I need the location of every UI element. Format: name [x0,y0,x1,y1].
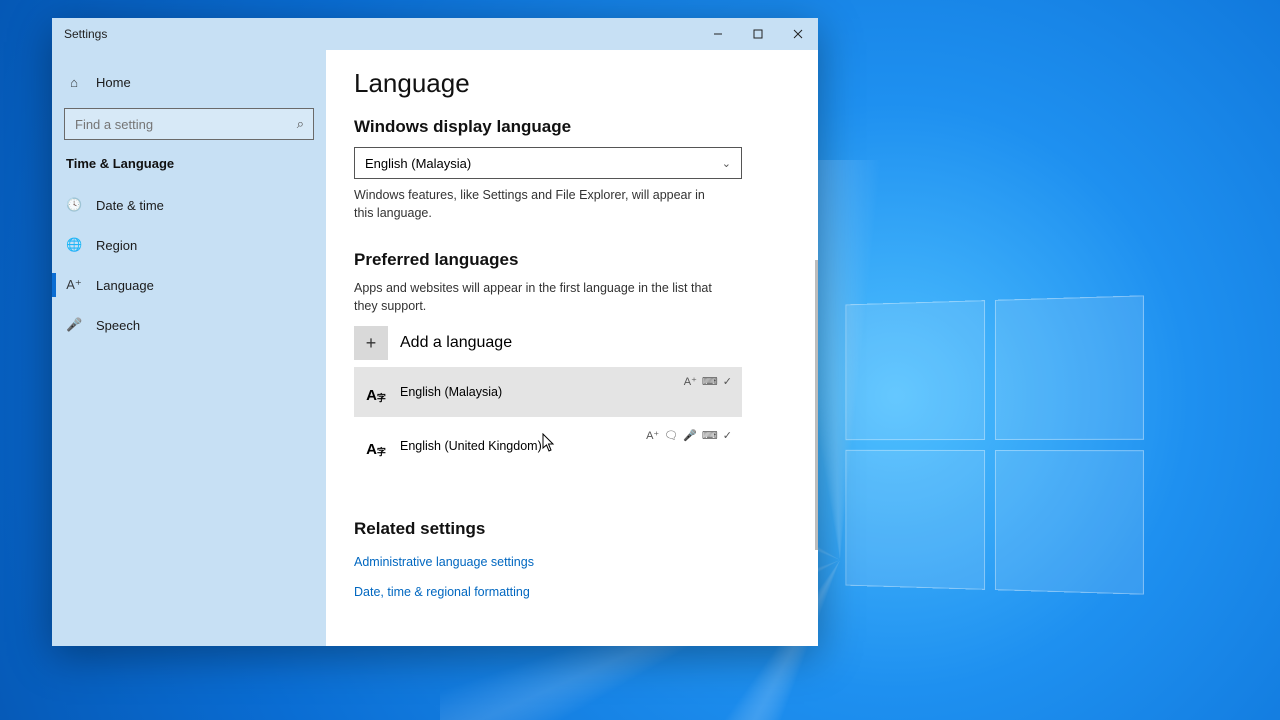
clock-icon: 🕓 [66,197,82,213]
language-row[interactable]: A字 English (Malaysia) A⁺ ⌨ ✓ [354,367,742,417]
titlebar[interactable]: Settings [52,18,818,50]
link-admin-language[interactable]: Administrative language settings [354,555,534,569]
display-language-desc: Windows features, like Settings and File… [354,187,724,222]
sidebar-item-speech[interactable]: 🎤 Speech [52,305,326,345]
close-button[interactable] [778,18,818,50]
sidebar-item-date-time[interactable]: 🕓 Date & time [52,185,326,225]
add-language-label: Add a language [400,334,512,352]
window-title: Settings [64,27,107,41]
display-language-dropdown[interactable]: English (Malaysia) ⌄ [354,147,742,179]
settings-window: Settings ⌂ Home ⌕ Time & Language 🕓 [52,18,818,646]
display-language-heading: Windows display language [354,117,790,137]
windows-logo-icon [845,295,1144,594]
sidebar: ⌂ Home ⌕ Time & Language 🕓 Date & time 🌐… [52,50,326,646]
sidebar-item-language[interactable]: A⁺ Language [52,265,326,305]
scrollbar[interactable] [815,260,818,550]
sidebar-section-title: Time & Language [52,146,326,177]
language-glyph-icon: A字 [364,380,388,404]
sidebar-item-label: Date & time [96,198,164,213]
sidebar-item-label: Speech [96,318,140,333]
page-title: Language [354,68,790,99]
preferred-languages-heading: Preferred languages [354,250,790,270]
language-icon: A⁺ [66,277,82,293]
globe-icon: 🌐 [66,237,82,253]
add-language-button[interactable]: + Add a language [354,323,742,363]
sidebar-item-label: Region [96,238,137,253]
sidebar-item-region[interactable]: 🌐 Region [52,225,326,265]
minimize-button[interactable] [698,18,738,50]
language-feature-icons: A⁺ ⌨ ✓ [684,375,732,388]
search-input[interactable] [64,108,314,140]
maximize-button[interactable] [738,18,778,50]
sidebar-item-home[interactable]: ⌂ Home [52,62,326,102]
chevron-down-icon: ⌄ [722,157,731,170]
link-date-regional[interactable]: Date, time & regional formatting [354,585,530,599]
language-feature-icons: A⁺ 🗨 🎤 ⌨ ✓ [646,429,732,442]
plus-icon: + [354,326,388,360]
home-icon: ⌂ [66,75,82,90]
sidebar-item-label: Language [96,278,154,293]
preferred-languages-desc: Apps and websites will appear in the fir… [354,280,724,315]
dropdown-value: English (Malaysia) [365,156,471,171]
language-name: English (United Kingdom) [400,439,542,453]
sidebar-item-label: Home [96,75,131,90]
mic-icon: 🎤 [66,317,82,333]
language-name: English (Malaysia) [400,385,502,399]
search-icon: ⌕ [297,116,304,132]
content-pane: Language Windows display language Englis… [326,50,818,646]
language-row[interactable]: A字 English (United Kingdom) A⁺ 🗨 🎤 ⌨ ✓ [354,421,742,471]
language-glyph-icon: A字 [364,434,388,458]
related-settings-heading: Related settings [354,519,790,539]
